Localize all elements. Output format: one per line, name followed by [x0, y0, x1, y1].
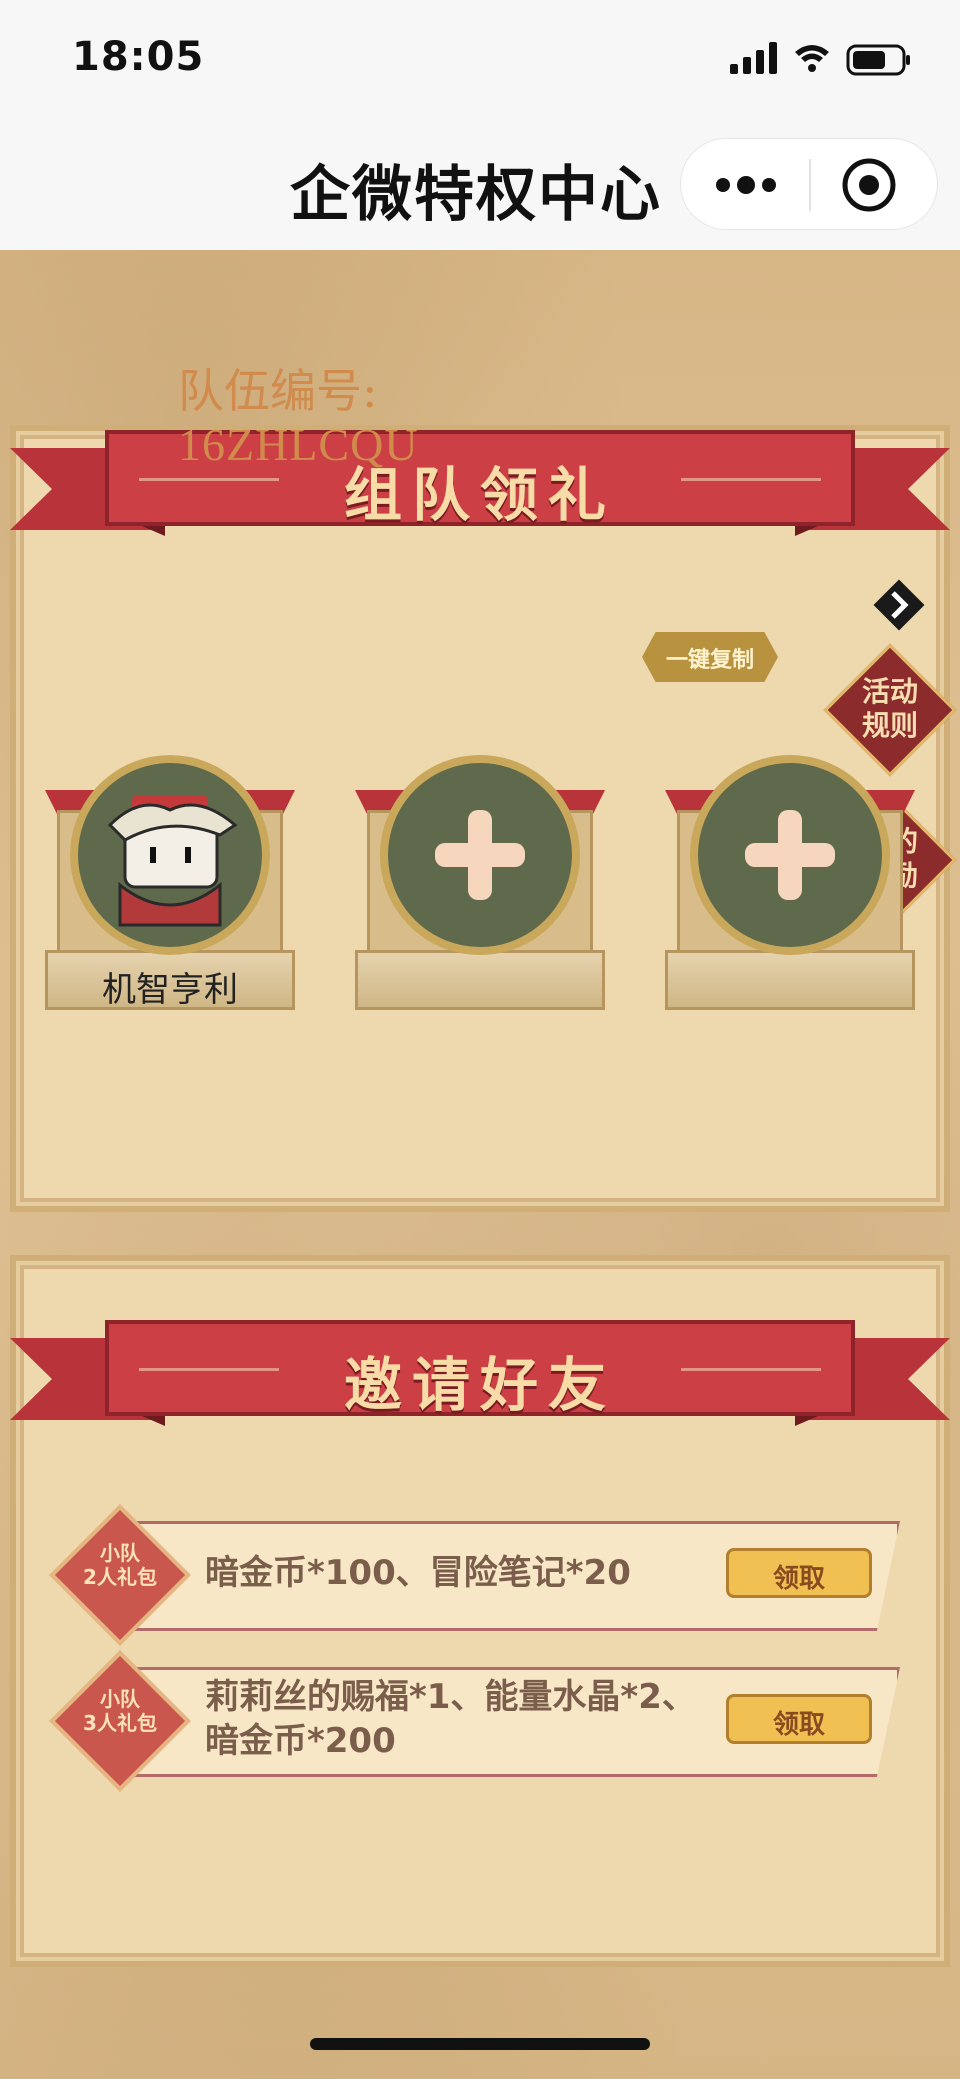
invite-banner: 邀请好友 — [10, 1320, 950, 1440]
reward-description: 莉莉丝的赐福*1、能量水晶*2、 暗金币*200 — [205, 1677, 696, 1761]
claim-button-label: 领取 — [772, 1710, 825, 1740]
more-icon[interactable] — [713, 161, 779, 209]
status-icons — [730, 42, 910, 76]
activity-rules-label: 活动 规则 — [861, 675, 918, 742]
member-name: 机智亨利 — [102, 970, 238, 1010]
slot-nameplate — [665, 950, 915, 1010]
copy-button-label: 一键复制 — [665, 648, 754, 673]
reward-row: 小队 3人礼包 莉莉丝的赐福*1、能量水晶*2、 暗金币*200 领取 — [49, 1650, 905, 1792]
activity-rules-button[interactable]: 活动 规则 — [823, 643, 957, 777]
team-number-label: 队伍编号: — [178, 364, 378, 418]
empty-member-slot[interactable] — [355, 750, 605, 1010]
team-member-slot: 机智亨利 — [45, 750, 295, 1010]
reward-description: 暗金币*100、冒险笔记*20 — [205, 1553, 631, 1593]
team-number-value: 16ZHLCQU — [178, 419, 419, 470]
page-title: 企微特权中心 — [290, 160, 662, 230]
close-miniprogram-icon[interactable] — [841, 157, 897, 213]
reward-row: 小队 2人礼包 暗金币*100、冒险笔记*20 领取 — [49, 1504, 905, 1646]
slot-nameplate — [355, 950, 605, 1010]
reward-badge-label: 小队 3人礼包 — [83, 1687, 157, 1735]
plus-icon[interactable] — [380, 755, 580, 955]
status-time: 18:05 — [72, 34, 205, 80]
claim-button[interactable]: 领取 — [726, 1548, 872, 1598]
cellular-signal-icon — [730, 42, 777, 74]
reward-badge-label: 小队 2人礼包 — [83, 1541, 157, 1589]
banner-main: 邀请好友 — [105, 1320, 855, 1419]
plus-icon[interactable] — [690, 755, 890, 955]
invite-banner-title: 邀请好友 — [343, 1351, 616, 1419]
team-banner: 组队领礼 — [10, 430, 950, 550]
member-avatar — [70, 755, 270, 955]
home-indicator[interactable] — [310, 2038, 650, 2050]
claim-button-label: 领取 — [772, 1564, 825, 1594]
nav-bar: 企微特权中心 — [0, 118, 960, 251]
empty-member-slot[interactable] — [665, 750, 915, 1010]
copy-team-code-button[interactable]: 一键复制 — [642, 632, 778, 682]
claim-button[interactable]: 领取 — [726, 1694, 872, 1744]
miniprogram-capsule — [680, 138, 938, 230]
wifi-icon — [795, 45, 829, 72]
battery-icon — [846, 44, 910, 76]
status-bar: 18:05 — [0, 0, 960, 118]
capsule-divider — [809, 159, 811, 211]
chevron-right-icon[interactable] — [872, 578, 926, 632]
